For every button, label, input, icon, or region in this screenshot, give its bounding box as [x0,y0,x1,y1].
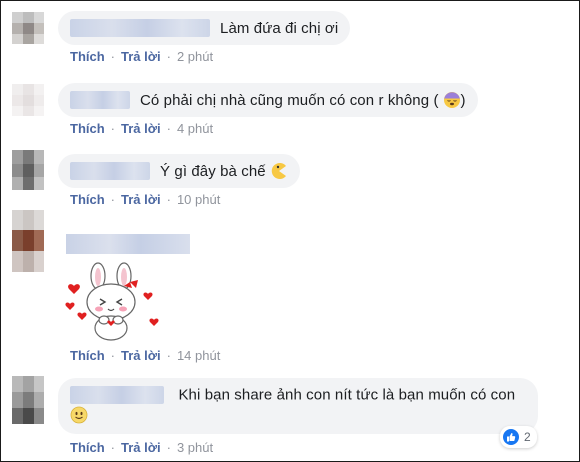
like-link[interactable]: Thích [70,49,105,64]
reaction-count: 2 [524,430,531,444]
avatar[interactable] [12,376,44,424]
bunny-blushing-sticker[interactable] [64,262,160,342]
comment-actions: Thích · Trả lời · 3 phút [70,440,214,455]
comment-text: Làm đứa đi chị ơi [220,19,339,37]
like-link[interactable]: Thích [70,192,105,207]
comment-text: Ý gì đây bà chế [160,162,266,180]
comment-3: Ý gì đây bà chế Thích · Trả lời · 10 phú… [12,146,572,210]
avatar[interactable] [12,150,44,190]
timestamp[interactable]: 3 phút [177,440,213,455]
comment-actions: Thích · Trả lời · 10 phút [70,192,221,207]
avatar[interactable] [12,84,44,116]
timestamp[interactable]: 4 phút [177,121,213,136]
reply-link[interactable]: Trả lời [121,348,161,363]
comment-bubble: Có phải chị nhà cũng muốn có con r không… [58,83,478,117]
comment-actions: Thích · Trả lời · 14 phút [70,348,221,363]
comment-bubble: Khi bạn share ảnh con nít tức là bạn muố… [58,378,538,434]
reply-link[interactable]: Trả lời [121,440,161,455]
comment-actions: Thích · Trả lời · 2 phút [70,49,214,64]
avatar[interactable] [12,210,44,272]
timestamp[interactable]: 14 phút [177,348,220,363]
pacman-icon [271,163,286,179]
comment-text-suffix: ) [460,91,466,109]
avatar[interactable] [12,12,44,44]
like-link[interactable]: Thích [70,121,105,136]
comment-2: Có phải chị nhà cũng muốn có con r không… [12,78,572,142]
reply-link[interactable]: Trả lời [121,121,161,136]
comment-actions: Thích · Trả lời · 4 phút [70,121,214,136]
author-name[interactable] [70,91,130,109]
like-icon [503,429,519,445]
like-link[interactable]: Thích [70,440,105,455]
smiley-icon [70,406,88,424]
comment-1: Làm đứa đi chị ơi Thích · Trả lời · 2 ph… [12,6,572,70]
reply-link[interactable]: Trả lời [121,192,161,207]
author-name[interactable] [66,234,190,254]
comment-text: Khi bạn share ảnh con nít tức là bạn muố… [178,386,516,404]
comment-bubble: Ý gì đây bà chế [58,154,300,188]
comment-5: Khi bạn share ảnh con nít tức là bạn muố… [12,374,572,458]
author-name[interactable] [70,19,210,37]
comment-text: Có phải chị nhà cũng muốn có con r không… [140,91,439,109]
like-link[interactable]: Thích [70,348,105,363]
reaction-badge[interactable]: 2 [500,426,537,448]
timestamp[interactable]: 2 phút [177,49,213,64]
author-name[interactable] [70,386,164,404]
timestamp[interactable]: 10 phút [177,192,220,207]
author-name[interactable] [70,162,150,180]
reply-link[interactable]: Trả lời [121,49,161,64]
comment-bubble: Làm đứa đi chị ơi [58,11,351,45]
sleepy-face-icon [443,92,460,108]
comment-4: Thích · Trả lời · 14 phút [12,210,572,370]
